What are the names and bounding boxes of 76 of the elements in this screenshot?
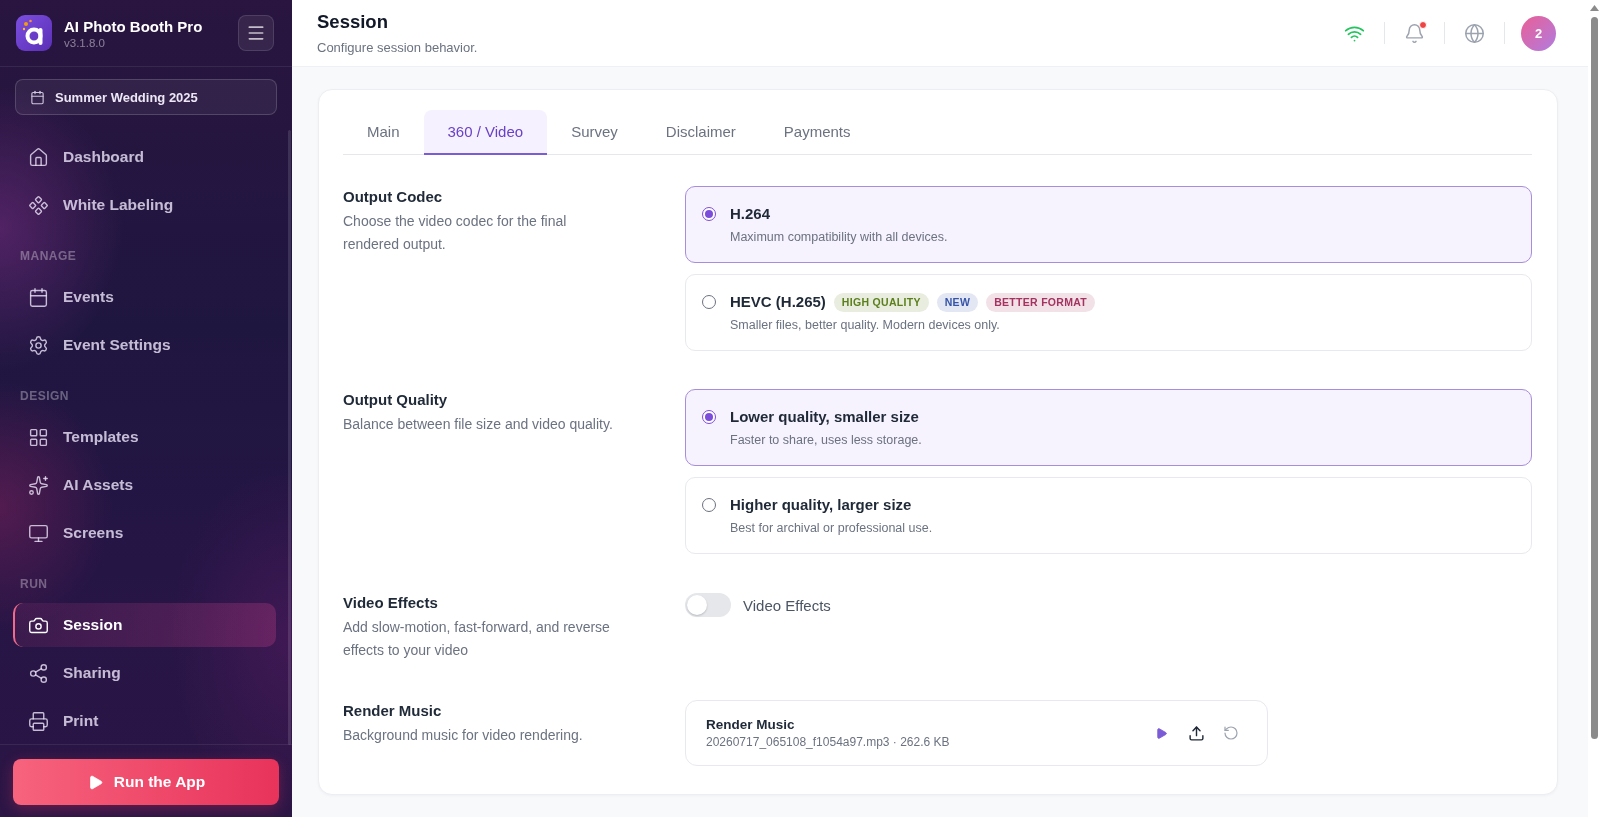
sparkles-icon bbox=[28, 474, 49, 496]
setting-description: Balance between file size and video quality. bbox=[343, 415, 614, 434]
scrollbar-thumb[interactable] bbox=[1590, 17, 1598, 739]
tab[interactable]: Survey bbox=[547, 110, 642, 155]
tag: NEW bbox=[936, 292, 979, 312]
option-card[interactable]: Higher quality, larger size Best for archival or professional use. bbox=[685, 477, 1532, 554]
bell-icon[interactable] bbox=[1404, 22, 1425, 44]
nav-item[interactable]: Events bbox=[13, 275, 276, 319]
section-heading: DESIGN bbox=[19, 388, 70, 405]
tab[interactable]: Payments bbox=[759, 110, 875, 155]
tag: BETTER FORMAT bbox=[986, 292, 1096, 312]
tag: HIGH QUALITY bbox=[833, 292, 929, 312]
setting-title: Output Codec bbox=[343, 187, 444, 207]
menu-button[interactable] bbox=[238, 15, 274, 51]
scroll-up-icon[interactable] bbox=[1589, 5, 1599, 11]
radio-button[interactable] bbox=[702, 295, 716, 309]
menu-icon bbox=[246, 23, 266, 43]
setting-title: Video Effects bbox=[343, 593, 439, 613]
section-heading: RUN bbox=[19, 576, 49, 593]
nav-item[interactable]: Print bbox=[13, 699, 276, 743]
radio-button[interactable] bbox=[702, 498, 716, 512]
run-app-button[interactable]: Run the App bbox=[13, 759, 279, 805]
share-icon bbox=[28, 662, 49, 684]
reset-icon bbox=[1223, 725, 1239, 741]
logo-icon bbox=[16, 15, 52, 51]
setting-title: Output Quality bbox=[343, 390, 449, 410]
page-title: Session bbox=[317, 11, 389, 33]
setting-description: Add slow-motion, fast-forward, and reverse effects to your video bbox=[343, 618, 611, 660]
file-title: Render Music bbox=[706, 717, 796, 732]
radio-button[interactable] bbox=[702, 410, 716, 424]
nav-item[interactable]: Event Settings bbox=[13, 323, 276, 367]
scrollbar-thumb[interactable] bbox=[288, 130, 291, 745]
option-card[interactable]: H.264 Maximum compatibility with all devices. bbox=[685, 186, 1532, 263]
printer-icon bbox=[28, 710, 49, 732]
diamonds-icon bbox=[28, 194, 49, 216]
option-card[interactable]: Lower quality, smaller size Faster to share, uses less storage. bbox=[685, 389, 1532, 466]
nav-item[interactable]: Templates bbox=[13, 415, 276, 459]
nav-item[interactable]: Screens bbox=[13, 511, 276, 555]
event-selector[interactable]: Summer Wedding 2025 bbox=[15, 79, 277, 115]
section-heading: MANAGE bbox=[19, 248, 78, 265]
app-name: AI Photo Booth Pro bbox=[64, 17, 203, 35]
option-card[interactable]: HEVC (H.265) HIGH QUALITY NEW BETTER FORMAT Smaller files, better quality. Modern devices only. bbox=[685, 274, 1532, 351]
radio-button[interactable] bbox=[702, 207, 716, 221]
page-subtitle: Configure session behavior. bbox=[317, 40, 478, 55]
tab[interactable]: Main bbox=[343, 110, 424, 155]
option-description: Best for archival or professional use. bbox=[730, 520, 933, 537]
option-label: Lower quality, smaller size bbox=[730, 407, 919, 427]
grid-icon bbox=[28, 426, 49, 448]
play-icon bbox=[1154, 726, 1168, 740]
globe-icon[interactable] bbox=[1464, 22, 1485, 44]
option-description: Faster to share, uses less storage. bbox=[730, 432, 922, 449]
option-description: Smaller files, better quality. Modern devices only. bbox=[730, 317, 1001, 334]
nav-item[interactable]: Session bbox=[13, 603, 276, 647]
app-version: v3.1.8.0 bbox=[64, 36, 106, 49]
tab[interactable]: 360 / Video bbox=[423, 110, 548, 155]
toggle-label: Video Effects bbox=[743, 596, 831, 614]
setting-title: Render Music bbox=[343, 701, 443, 721]
nav-item[interactable]: White Labeling bbox=[13, 183, 276, 227]
tab[interactable]: Disclaimer bbox=[641, 110, 760, 155]
option-description: Maximum compatibility with all devices. bbox=[730, 229, 948, 246]
option-label: Higher quality, larger size bbox=[730, 495, 912, 515]
toggle-switch[interactable] bbox=[685, 593, 731, 617]
nav-item[interactable]: Sharing bbox=[13, 651, 276, 695]
gear-icon bbox=[28, 334, 49, 356]
house-icon bbox=[28, 146, 49, 168]
nav-item[interactable]: Dashboard bbox=[13, 135, 276, 179]
setting-description: Choose the video codec for the final rendered output. bbox=[343, 212, 568, 254]
file-details: 20260717_065108_f1054a97.mp3 · 262.6 KB bbox=[706, 735, 950, 749]
monitor-icon bbox=[28, 522, 49, 544]
nav-item[interactable]: AI Assets bbox=[13, 463, 276, 507]
option-label: H.264 bbox=[730, 204, 771, 224]
option-label: HEVC (H.265) bbox=[730, 292, 826, 312]
setting-description: Background music for video rendering. bbox=[343, 726, 584, 745]
calendar-icon bbox=[28, 286, 49, 308]
upload-icon bbox=[1187, 724, 1205, 742]
calendar-icon bbox=[30, 89, 45, 105]
